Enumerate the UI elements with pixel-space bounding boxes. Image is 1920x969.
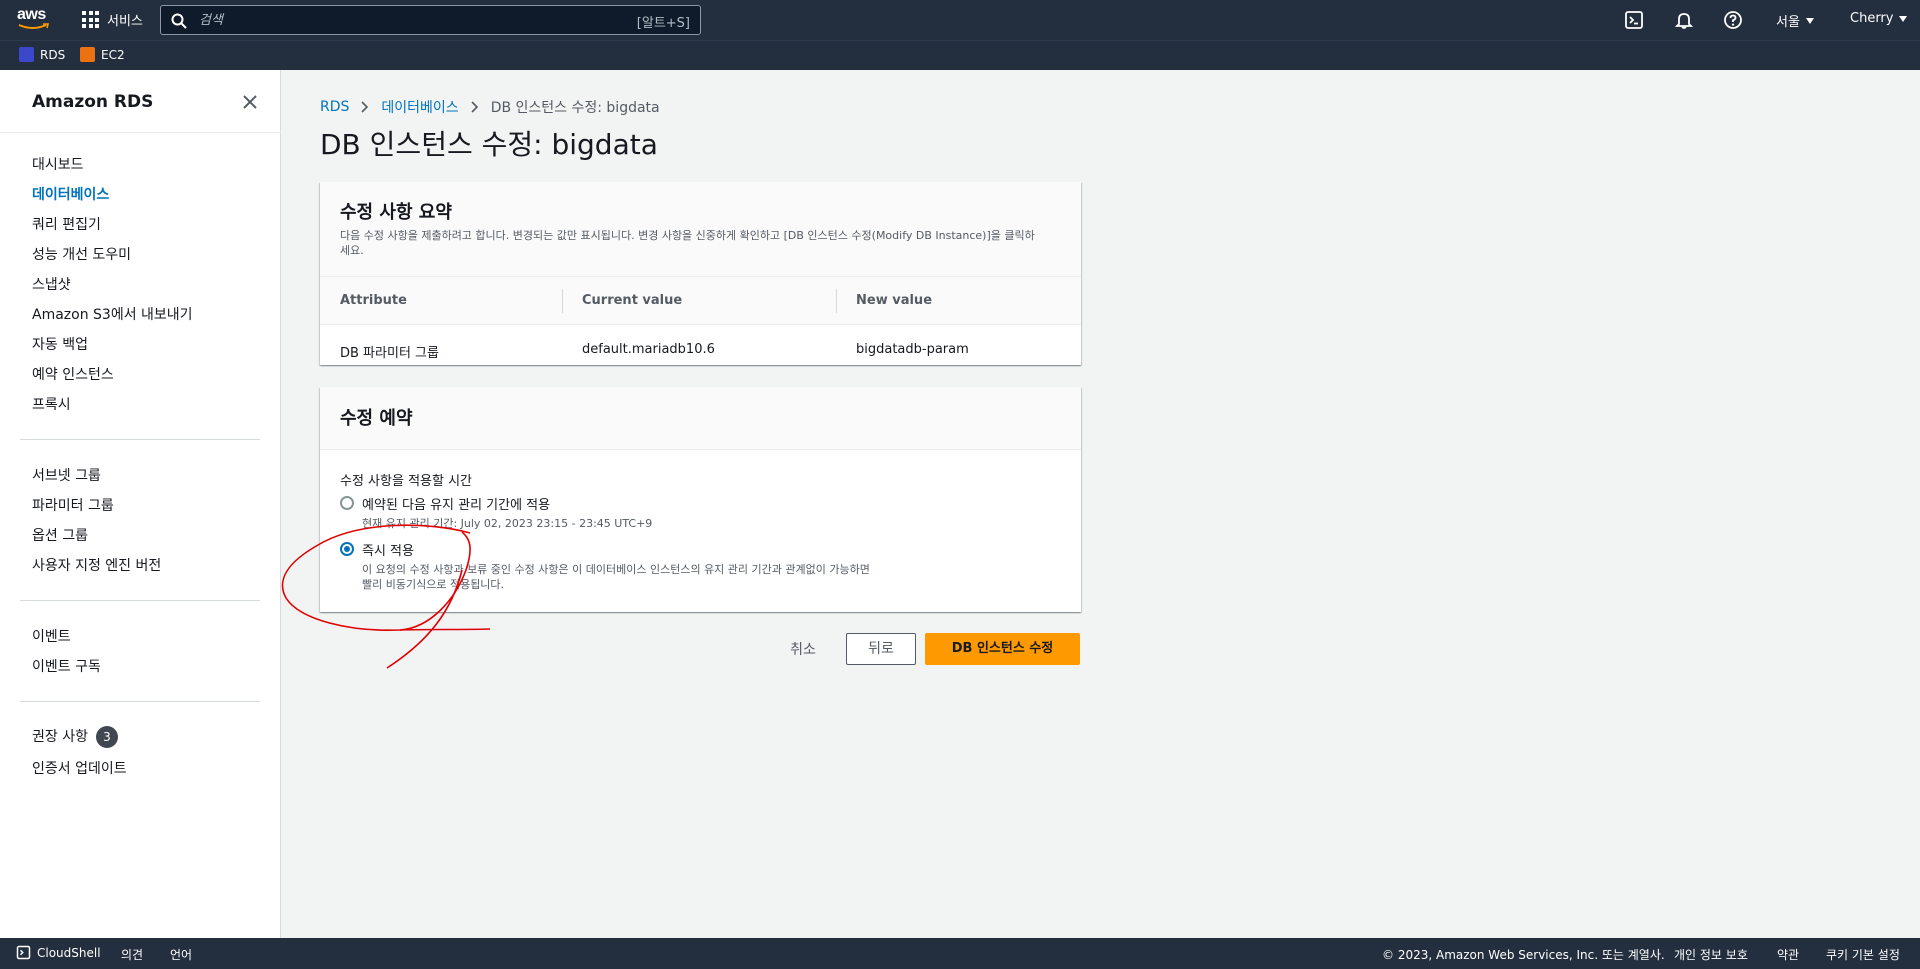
breadcrumb-databases[interactable]: 데이터베이스: [381, 97, 458, 117]
notifications-bell-icon[interactable]: [1674, 10, 1694, 30]
schedule-header: 수정 예약: [320, 387, 1081, 450]
radio-label: 즉시 적용: [362, 544, 414, 559]
favorite-label: RDS: [40, 47, 66, 62]
radio-button[interactable]: [340, 496, 354, 510]
breadcrumb-rds[interactable]: RDS: [320, 99, 349, 115]
services-label: 서비스: [107, 14, 143, 29]
sidebar: Amazon RDS 대시보드 데이터베이스 쿼리 편집기 성능 개선 도우미 …: [0, 70, 281, 938]
cookie-preferences-link[interactable]: 쿠키 기본 설정: [1826, 946, 1900, 963]
cloudshell-icon: [16, 945, 31, 960]
sidebar-item-event-subscriptions[interactable]: 이벤트 구독: [32, 656, 101, 676]
favorites-bar: RDS EC2: [0, 40, 1920, 70]
recommendations-count-badge: 3: [95, 726, 118, 748]
modification-summary-panel: 수정 사항 요약 다음 수정 사항을 제출하려고 합니다. 변경되는 값만 표시…: [320, 182, 1081, 365]
apply-time-label: 수정 사항을 적용할 시간: [340, 474, 472, 489]
sidebar-item-automated-backups[interactable]: 자동 백업: [32, 334, 88, 354]
sidebar-item-reserved-instances[interactable]: 예약 인스턴스: [32, 364, 114, 384]
services-menu-button[interactable]: 서비스: [82, 10, 143, 29]
global-search: [알트+S]: [160, 5, 701, 35]
radio-apply-next-maintenance[interactable]: 예약된 다음 유지 관리 기간에 적용 현재 유지 관리 기간: July 02…: [340, 494, 882, 531]
search-shortcut-hint: [알트+S]: [636, 16, 690, 31]
top-navigation: aws 서비스 [알트+S] 서울 Cherry: [0, 0, 1920, 40]
sidebar-separator: [20, 600, 260, 601]
radio-button-selected[interactable]: [340, 542, 354, 556]
radio-apply-immediately[interactable]: 즉시 적용 이 요청의 수정 사항과 보류 중인 수정 사항은 이 데이터베이스…: [340, 540, 882, 592]
feedback-link[interactable]: 의견: [121, 946, 143, 963]
sidebar-item-recommendations[interactable]: 권장 사항 3: [32, 726, 118, 748]
breadcrumb: RDS 데이터베이스 DB 인스턴스 수정: bigdata: [320, 97, 660, 117]
column-divider: [562, 289, 563, 313]
terms-link[interactable]: 약관: [1777, 946, 1799, 963]
help-icon[interactable]: [1723, 10, 1743, 30]
search-input[interactable]: [197, 9, 577, 31]
sidebar-item-certificate-update[interactable]: 인증서 업데이트: [32, 758, 127, 778]
region-selector[interactable]: 서울: [1776, 11, 1814, 30]
rds-service-icon: [19, 47, 34, 62]
caret-down-icon: [1805, 17, 1814, 24]
account-menu[interactable]: Cherry: [1850, 11, 1908, 26]
sidebar-item-databases[interactable]: 데이터베이스: [32, 184, 109, 204]
sidebar-separator: [20, 439, 260, 440]
page-title: DB 인스턴스 수정: bigdata: [320, 128, 658, 161]
grid-icon: [82, 11, 99, 28]
privacy-link[interactable]: 개인 정보 보호: [1674, 946, 1748, 963]
sidebar-item-dashboard[interactable]: 대시보드: [32, 154, 84, 174]
chevron-right-icon: [361, 101, 369, 113]
sidebar-item-parameter-groups[interactable]: 파라미터 그룹: [32, 495, 114, 515]
caret-down-icon: [1899, 15, 1908, 22]
column-attribute: Attribute: [340, 293, 407, 308]
footer: CloudShell 의견 언어 © 2023, Amazon Web Serv…: [0, 938, 1920, 969]
schedule-modifications-panel: 수정 예약 수정 사항을 적용할 시간 예약된 다음 유지 관리 기간에 적용 …: [320, 387, 1081, 612]
aws-logo[interactable]: aws: [17, 6, 53, 32]
summary-table-header: Attribute Current value New value: [320, 277, 1081, 325]
sidebar-item-subnet-groups[interactable]: 서브넷 그룹: [32, 465, 101, 485]
column-new-value: New value: [856, 293, 933, 308]
summary-description: 다음 수정 사항을 제출하려고 합니다. 변경되는 값만 표시됩니다. 변경 사…: [340, 229, 1035, 257]
cloudshell-label: CloudShell: [37, 945, 101, 960]
back-button[interactable]: 뒤로: [846, 633, 916, 665]
schedule-title: 수정 예약: [340, 408, 413, 429]
summary-header: 수정 사항 요약 다음 수정 사항을 제출하려고 합니다. 변경되는 값만 표시…: [320, 182, 1081, 277]
cancel-button[interactable]: 취소: [778, 635, 828, 665]
copyright-text: © 2023, Amazon Web Services, Inc. 또는 계열사…: [1382, 948, 1665, 962]
cloudshell-button[interactable]: CloudShell: [16, 945, 101, 960]
summary-title: 수정 사항 요약: [340, 202, 452, 223]
column-current-value: Current value: [582, 293, 683, 308]
search-icon: [171, 13, 187, 29]
aws-logo-text: aws: [17, 6, 46, 23]
ec2-service-icon: [80, 47, 95, 62]
favorite-rds[interactable]: RDS: [19, 47, 65, 62]
modify-db-instance-button[interactable]: DB 인스턴스 수정: [925, 633, 1080, 665]
sidebar-item-option-groups[interactable]: 옵션 그룹: [32, 525, 88, 545]
favorite-label: EC2: [101, 47, 125, 62]
sidebar-item-snapshots[interactable]: 스냅샷: [32, 274, 71, 294]
radio-description: 현재 유지 관리 기간: July 02, 2023 23:15 - 23:45…: [362, 517, 653, 530]
radio-label: 예약된 다음 유지 관리 기간에 적용: [362, 498, 551, 513]
table-cell-current-value: default.mariadb10.6: [582, 342, 715, 357]
cloudshell-icon[interactable]: [1624, 10, 1644, 30]
radio-description: 이 요청의 수정 사항과 보류 중인 수정 사항은 이 데이터베이스 인스턴스의…: [362, 563, 870, 591]
table-cell-new-value: bigdatadb-param: [856, 342, 969, 357]
table-cell-attribute: DB 파라미터 그룹: [340, 346, 439, 361]
sidebar-item-events[interactable]: 이벤트: [32, 626, 71, 646]
region-label: 서울: [1776, 15, 1800, 30]
account-name: Cherry: [1850, 11, 1894, 26]
sidebar-separator: [20, 701, 260, 702]
breadcrumb-current: DB 인스턴스 수정: bigdata: [490, 100, 660, 116]
sidebar-item-custom-engine-versions[interactable]: 사용자 지정 엔진 버전: [32, 555, 161, 575]
recommendations-label: 권장 사항: [32, 729, 88, 745]
sidebar-item-s3-exports[interactable]: Amazon S3에서 내보내기: [32, 304, 193, 324]
sidebar-item-query-editor[interactable]: 쿼리 편집기: [32, 214, 101, 234]
column-divider: [836, 289, 837, 313]
chevron-right-icon: [471, 101, 478, 113]
sidebar-item-performance-insights[interactable]: 성능 개선 도우미: [32, 244, 131, 264]
sidebar-item-proxies[interactable]: 프록시: [32, 394, 71, 414]
close-icon[interactable]: [240, 92, 260, 112]
sidebar-divider: [0, 132, 281, 133]
sidebar-title: Amazon RDS: [32, 92, 154, 112]
favorite-ec2[interactable]: EC2: [80, 47, 125, 62]
language-selector[interactable]: 언어: [170, 946, 192, 963]
